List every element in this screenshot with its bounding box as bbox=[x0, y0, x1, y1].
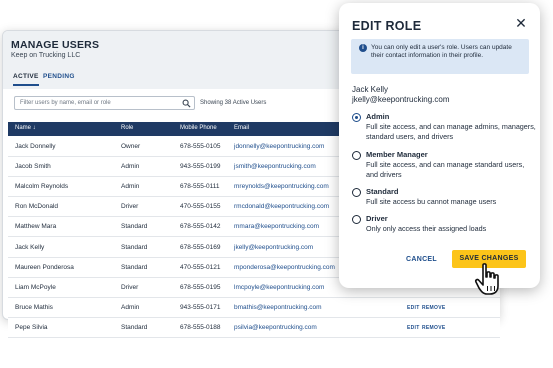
user-role-cell: Admin bbox=[121, 183, 140, 191]
user-phone-cell: 470-555-0121 bbox=[180, 263, 221, 271]
user-name-cell: Bruce Mathis bbox=[15, 303, 53, 311]
user-email-cell[interactable]: lmcpoyle@keepontrucking.com bbox=[234, 284, 324, 291]
user-role-cell: Admin bbox=[121, 303, 140, 311]
user-phone-cell: 678-555-0195 bbox=[180, 283, 221, 291]
user-name-cell: Liam McPoyle bbox=[15, 283, 56, 291]
user-name-cell: Maureen Ponderosa bbox=[15, 263, 74, 271]
user-role-cell: Driver bbox=[121, 203, 139, 211]
user-phone-cell: 678-555-0188 bbox=[180, 323, 221, 331]
user-name-cell: Malcolm Reynolds bbox=[15, 183, 69, 191]
edit-button[interactable]: EDIT bbox=[407, 305, 420, 311]
user-name-cell: Ron McDonald bbox=[15, 203, 58, 211]
role-desc-standard: Full site access bu cannot manage users bbox=[366, 197, 497, 206]
user-phone-cell: 678-555-0111 bbox=[180, 183, 220, 191]
role-title-admin: Admin bbox=[366, 112, 390, 121]
user-email-cell[interactable]: jsmith@keepontrucking.com bbox=[234, 163, 316, 170]
info-icon: i bbox=[359, 44, 367, 52]
user-email-cell[interactable]: jdonnelly@keepontrucking.com bbox=[234, 143, 324, 150]
selected-user-name: Jack Kelly bbox=[352, 85, 389, 94]
user-email-cell[interactable]: mponderosa@keepontrucking.com bbox=[234, 264, 335, 271]
edit-role-dialog: EDIT ROLE ✕ i You can only edit a user's… bbox=[339, 3, 540, 288]
user-email-cell[interactable]: mmara@keepontrucking.com bbox=[234, 223, 319, 230]
edit-button[interactable]: EDIT bbox=[407, 325, 420, 331]
info-text: You can only edit a user's role. Users c… bbox=[371, 44, 512, 60]
filter-placeholder: Filter users by name, email or role bbox=[20, 100, 111, 106]
user-role-cell: Owner bbox=[121, 143, 141, 150]
user-name-cell: Jacob Smith bbox=[15, 163, 51, 171]
role-desc-driver: Only only access their assigned loads bbox=[366, 224, 487, 233]
close-icon[interactable]: ✕ bbox=[514, 16, 528, 30]
cancel-button[interactable]: CANCEL bbox=[406, 256, 437, 263]
filter-users-input[interactable]: Filter users by name, email or role bbox=[14, 96, 195, 110]
remove-button[interactable]: REMOVE bbox=[422, 305, 445, 311]
role-desc-admin: Full site access, and can manage admins,… bbox=[366, 122, 536, 141]
active-user-count: Showing 38 Active Users bbox=[200, 100, 267, 106]
user-phone-cell: 943-555-0199 bbox=[180, 163, 221, 171]
user-phone-cell: 678-555-0169 bbox=[180, 243, 221, 251]
radio-admin[interactable] bbox=[352, 113, 361, 122]
remove-button[interactable]: REMOVE bbox=[422, 325, 445, 331]
radio-driver[interactable] bbox=[352, 215, 361, 224]
user-phone-cell: 943-555-0171 bbox=[180, 303, 221, 311]
user-phone-cell: 678-555-0142 bbox=[180, 223, 221, 231]
radio-standard[interactable] bbox=[352, 188, 361, 197]
user-phone-cell: 470-555-0155 bbox=[180, 203, 221, 211]
user-email-cell[interactable]: jkelly@keepontrucking.com bbox=[234, 244, 313, 251]
role-title-driver: Driver bbox=[366, 214, 388, 223]
user-name-cell: Matthew Mara bbox=[15, 223, 57, 231]
role-title-standard: Standard bbox=[366, 187, 399, 196]
user-name-cell: Pepe Silvia bbox=[15, 323, 48, 331]
role-desc-member-manager: Full site access, and can manage standar… bbox=[366, 160, 525, 179]
column-role: Role bbox=[121, 125, 134, 131]
selected-user-email: jkelly@keepontrucking.com bbox=[352, 95, 450, 104]
dialog-title: EDIT ROLE bbox=[352, 19, 422, 33]
table-row[interactable]: Pepe Silvia Standard 678-555-0188 psilvia@k… bbox=[8, 317, 500, 338]
tab-pending[interactable]: PENDING bbox=[43, 73, 75, 80]
column-mobile-phone: Mobile Phone bbox=[180, 125, 217, 131]
column-name[interactable]: Name ↓ bbox=[15, 125, 36, 131]
user-phone-cell: 678-555-0105 bbox=[180, 143, 221, 150]
role-title-member-manager: Member Manager bbox=[366, 150, 428, 159]
user-role-cell: Standard bbox=[121, 323, 148, 331]
user-role-cell: Admin bbox=[121, 163, 140, 171]
user-role-cell: Standard bbox=[121, 223, 148, 231]
tab-active[interactable]: ACTIVE bbox=[13, 73, 39, 86]
user-role-cell: Driver bbox=[121, 283, 139, 291]
user-name-cell: Jack Kelly bbox=[15, 243, 45, 251]
user-email-cell[interactable]: bmathis@keepontrucking.com bbox=[234, 304, 322, 311]
company-name: Keep on Trucking LLC bbox=[11, 52, 81, 59]
search-icon[interactable] bbox=[182, 99, 191, 108]
user-email-cell[interactable]: mreynolds@keepontrucking.com bbox=[234, 183, 329, 190]
user-name-cell: Jack Donnelly bbox=[15, 143, 56, 150]
page-title: MANAGE USERS bbox=[11, 39, 100, 51]
radio-member-manager[interactable] bbox=[352, 151, 361, 160]
user-email-cell[interactable]: rmcdonald@keepontrucking.com bbox=[234, 203, 329, 210]
info-banner: i You can only edit a user's role. Users… bbox=[351, 39, 529, 74]
hand-pointer-icon bbox=[474, 263, 499, 295]
table-row[interactable]: Bruce Mathis Admin 943-555-0171 bmathis@kee… bbox=[8, 297, 500, 318]
column-email: Email bbox=[234, 125, 250, 131]
user-role-cell: Standard bbox=[121, 263, 148, 271]
user-role-cell: Standard bbox=[121, 243, 148, 251]
user-email-cell[interactable]: psilvia@keepontrucking.com bbox=[234, 324, 317, 331]
